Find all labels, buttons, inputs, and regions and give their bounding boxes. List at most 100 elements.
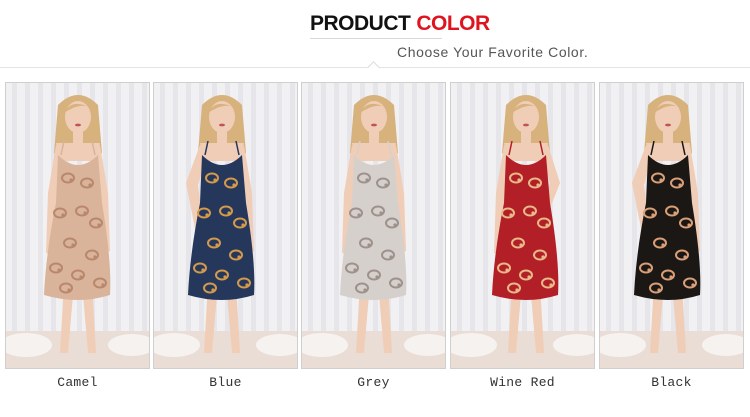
lips (219, 123, 225, 127)
dress-print (215, 243, 219, 247)
dress-print (213, 178, 217, 182)
curtain-fold (561, 83, 566, 368)
section-subtitle: Choose Your Favorite Color. (397, 44, 589, 60)
dress-print (365, 178, 369, 182)
dress-print (375, 275, 379, 279)
curtain-fold (321, 83, 326, 368)
curtain-fold (470, 83, 475, 368)
dress-print (69, 178, 73, 182)
curtain-fold (129, 83, 134, 368)
product-photo-blue[interactable] (153, 82, 298, 369)
dress-print (549, 283, 553, 287)
dress-print (536, 183, 540, 187)
dress-print (97, 223, 101, 227)
dress-print (67, 288, 71, 292)
color-card-grey[interactable]: Grey (301, 82, 446, 390)
dress-print (647, 268, 651, 272)
dress-print (201, 268, 205, 272)
section-header: PRODUCT COLOR Choose Your Favorite Color. (0, 0, 750, 80)
dress-print (659, 178, 663, 182)
product-photo-black[interactable] (599, 82, 744, 369)
dress-print (357, 213, 361, 217)
lips (75, 123, 81, 127)
curtain-fold (186, 83, 191, 368)
color-card-camel[interactable]: Camel (5, 82, 150, 390)
dress-print (384, 183, 388, 187)
dress-print (651, 213, 655, 217)
curtain-fold (619, 83, 624, 368)
curtain-fold (160, 83, 165, 368)
dress-print (687, 223, 691, 227)
curtain-fold (632, 83, 637, 368)
dress-print (683, 255, 687, 259)
dress-print (79, 275, 83, 279)
dress-print (227, 211, 231, 215)
dress-print (223, 275, 227, 279)
dress-print (509, 213, 513, 217)
section-title: PRODUCT COLOR (310, 12, 490, 36)
dress-print (367, 243, 371, 247)
curtain-fold (116, 83, 121, 368)
curtain-fold (483, 83, 488, 368)
dress-print (397, 283, 401, 287)
lips (665, 123, 671, 127)
dress-print (93, 255, 97, 259)
dress-print (669, 275, 673, 279)
dress-print (673, 211, 677, 215)
color-label-grey: Grey (357, 375, 390, 390)
color-card-wine-red[interactable]: Wine Red (450, 82, 595, 390)
dress-print (61, 213, 65, 217)
product-photo-wine-red[interactable] (450, 82, 595, 369)
curtain-fold (412, 83, 417, 368)
dress-print (205, 213, 209, 217)
dress-print (657, 288, 661, 292)
dress-print (691, 283, 695, 287)
curtain-fold (25, 83, 30, 368)
dress-print (83, 211, 87, 215)
curtain-fold (723, 83, 728, 368)
curtain-fold (38, 83, 43, 368)
curtain-fold (425, 83, 430, 368)
color-label-wine-red: Wine Red (490, 375, 555, 390)
color-label-camel: Camel (57, 375, 98, 390)
curtain-fold (334, 83, 339, 368)
dress-print (353, 268, 357, 272)
dress-print (232, 183, 236, 187)
dress-print (527, 275, 531, 279)
title-part-color: COLOR (416, 12, 490, 35)
lips (523, 123, 529, 127)
dress-print (379, 211, 383, 215)
product-photo-grey[interactable] (301, 82, 446, 369)
dress-print (245, 283, 249, 287)
dress-print (241, 223, 245, 227)
divider-notch (367, 61, 380, 74)
dress-print (389, 255, 393, 259)
product-photo-camel[interactable] (5, 82, 150, 369)
title-underline (310, 38, 442, 39)
dress-print (678, 183, 682, 187)
curtain-fold (606, 83, 611, 368)
dress-print (505, 268, 509, 272)
dress-print (661, 243, 665, 247)
color-card-blue[interactable]: Blue (153, 82, 298, 390)
dress-print (211, 288, 215, 292)
curtain-fold (290, 83, 295, 368)
dress-print (363, 288, 367, 292)
dress-print (519, 243, 523, 247)
curtain-fold (173, 83, 178, 368)
lips (371, 123, 377, 127)
color-label-black: Black (651, 375, 692, 390)
dress-print (531, 211, 535, 215)
dress-print (237, 255, 241, 259)
dress-print (541, 255, 545, 259)
curtain-fold (457, 83, 462, 368)
curtain-fold (574, 83, 579, 368)
color-card-black[interactable]: Black (599, 82, 744, 390)
dress-print (517, 178, 521, 182)
curtain-fold (587, 83, 592, 368)
curtain-fold (277, 83, 282, 368)
color-label-blue: Blue (209, 375, 242, 390)
dress-print (57, 268, 61, 272)
dress-print (393, 223, 397, 227)
dress-print (71, 243, 75, 247)
